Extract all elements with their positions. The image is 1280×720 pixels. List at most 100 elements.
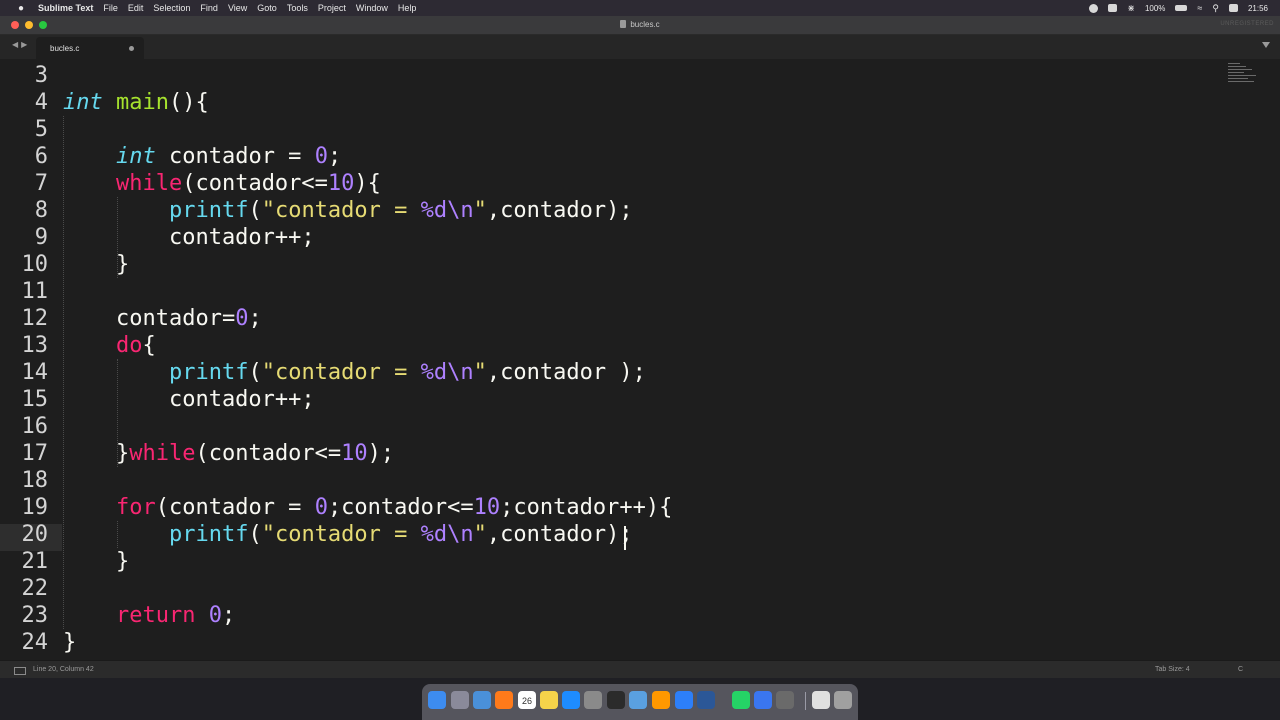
tab-label: bucles.c [50,44,80,53]
status-menus: ⋇ 100% ≈ ⚲ 21:56 [1089,0,1268,16]
status-bar: Line 20, Column 42 Tab Size: 4 C [0,660,1280,679]
code-line[interactable]: return 0; [63,602,235,629]
whatsapp-icon[interactable] [732,691,750,709]
code-line[interactable]: do{ [63,332,156,359]
tab-size[interactable]: Tab Size: 4 [1155,666,1190,673]
indent-guide [117,197,118,278]
indent-guide [117,359,118,467]
tab-bucles-c[interactable]: bucles.c [36,37,144,59]
line-number: 7 [34,171,48,196]
line-number: 11 [21,279,49,304]
menu-find[interactable]: Find [200,3,218,13]
window-title: bucles.c [0,20,1280,29]
code-line[interactable]: } [63,251,129,278]
line-number: 24 [21,630,49,655]
menu-tools[interactable]: Tools [287,3,308,13]
record-icon[interactable] [1089,3,1099,13]
notification-icon[interactable] [1108,4,1118,12]
line-number: 19 [21,495,49,520]
code-editor[interactable]: 3 4 5 6 7 8 9 10 11 12 13 14 15 16 17 18 19 20 21 22 23 24 in… [0,59,1280,660]
line-number: 16 [21,414,49,439]
menu-file[interactable]: File [103,3,118,13]
code-line[interactable]: printf("contador = %d\n",contador ); [63,359,646,386]
trash-icon[interactable] [834,691,852,709]
settings-icon[interactable] [584,691,602,709]
calendar-icon[interactable]: 26 [518,691,536,709]
line-number: 3 [34,63,48,88]
code-line[interactable]: contador++; [63,224,315,251]
line-number: 20 [21,522,49,547]
word-icon[interactable] [697,691,715,709]
line-number: 14 [21,360,49,385]
tab-nav-arrows-icon[interactable]: ◀▶ [12,40,30,49]
wifi-icon[interactable]: ≈ [1197,3,1202,13]
indent-guide [117,521,118,548]
line-number: 22 [21,576,49,601]
unsaved-dot-icon[interactable] [129,46,134,51]
code-line[interactable]: contador=0; [63,305,262,332]
notes-icon[interactable] [540,691,558,709]
code-line[interactable]: printf("contador = %d\n",contador); [63,521,633,548]
bluetooth-icon[interactable]: ⋇ [1127,3,1135,14]
tab-dropdown-icon[interactable] [1262,42,1270,48]
search-icon[interactable]: ⚲ [1212,3,1219,14]
line-number: 15 [21,387,49,412]
window-title-text: bucles.c [630,20,660,29]
code-line[interactable]: contador++; [63,386,315,413]
line-number: 9 [34,225,48,250]
menu-goto[interactable]: Goto [257,3,277,13]
menu-help[interactable]: Help [398,3,417,13]
menu-selection[interactable]: Selection [153,3,190,13]
clock[interactable]: 21:56 [1248,4,1268,13]
app-menu[interactable]: Sublime Text [38,3,93,13]
line-number: 8 [34,198,48,223]
launchpad-icon[interactable] [451,691,469,709]
menu-view[interactable]: View [228,3,247,13]
signal-icon[interactable] [754,691,772,709]
document-icon[interactable] [812,691,830,709]
battery-label[interactable]: 100% [1145,4,1165,13]
line-number: 23 [21,603,49,628]
line-number: 4 [34,90,48,115]
line-number: 13 [21,333,49,358]
battery-icon[interactable] [1175,5,1188,11]
indent-guide [63,116,64,629]
mail-icon[interactable] [473,691,491,709]
code-line[interactable]: int main(){ [63,89,209,116]
menu-edit[interactable]: Edit [128,3,144,13]
menu-bar: ● Sublime Text File Edit Selection Find … [0,0,1280,16]
code-line[interactable]: for(contador = 0;contador<=10;contador++… [63,494,672,521]
firefox-icon[interactable] [495,691,513,709]
code-line[interactable]: }while(contador<=10); [63,440,394,467]
code-line[interactable]: } [63,629,76,656]
terminal-icon[interactable] [607,691,625,709]
control-center-icon[interactable] [1228,4,1238,12]
panel-toggle-icon[interactable] [14,667,26,675]
sublime-text-icon[interactable] [652,691,670,709]
apple-menu-icon[interactable]: ● [14,3,28,14]
quicktime-icon[interactable] [776,691,794,709]
virtualbox-icon[interactable] [629,691,647,709]
code-line[interactable]: int contador = 0; [63,143,341,170]
text-cursor [624,526,626,550]
finder-icon[interactable] [428,691,446,709]
app-store-icon[interactable] [562,691,580,709]
line-number: 17 [21,441,49,466]
menu-window[interactable]: Window [356,3,388,13]
tab-bar: ◀▶ bucles.c [0,35,1280,59]
window-title-bar: bucles.c UNREGISTERED [0,16,1280,35]
unregistered-label: UNREGISTERED [1220,21,1274,27]
menu-project[interactable]: Project [318,3,346,13]
cursor-position[interactable]: Line 20, Column 42 [33,666,94,673]
line-number: 5 [34,117,48,142]
syntax-mode[interactable]: C [1238,666,1243,673]
xcode-icon[interactable] [675,691,693,709]
code-line[interactable]: while(contador<=10){ [63,170,381,197]
dock: 26 [422,684,858,720]
minimap[interactable] [1228,63,1258,91]
line-number: 18 [21,468,49,493]
code-line[interactable]: } [63,548,129,575]
line-number: 12 [21,306,49,331]
code-line[interactable]: printf("contador = %d\n",contador); [63,197,633,224]
file-icon [620,20,627,28]
